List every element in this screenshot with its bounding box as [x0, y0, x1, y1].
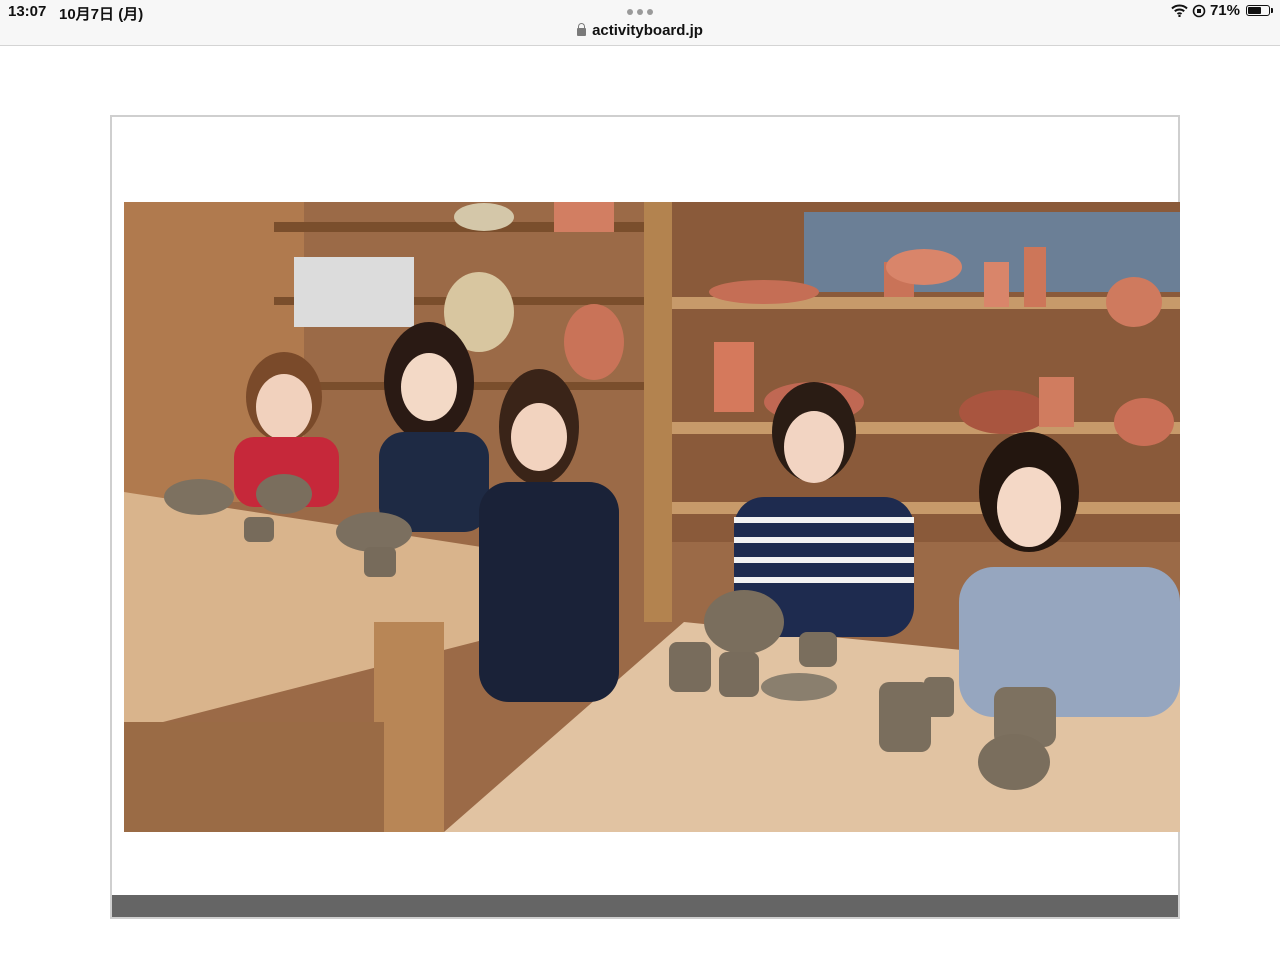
card-footer-bar [112, 895, 1178, 917]
battery-icon [1246, 5, 1273, 16]
battery-percent: 71% [1209, 2, 1240, 19]
pottery-class-photo [124, 202, 1180, 832]
status-date: 10月7日 (月) [59, 6, 144, 23]
address-bar[interactable]: activityboard.jp [0, 22, 1280, 39]
browser-status-bar: 13:07 10月7日 (月) activityboard.jp 71% [0, 0, 1280, 46]
status-time: 13:07 [8, 3, 47, 20]
url-text: activityboard.jp [592, 22, 703, 39]
orientation-lock-icon [1192, 4, 1206, 18]
battery-fill [1248, 7, 1261, 14]
status-indicators: 71% [1171, 2, 1273, 19]
wifi-icon [1171, 4, 1188, 17]
photo-card [110, 115, 1180, 919]
tab-overview-icon[interactable] [627, 9, 653, 15]
pottery-class-illustration [124, 202, 1180, 832]
lock-icon [577, 23, 587, 36]
